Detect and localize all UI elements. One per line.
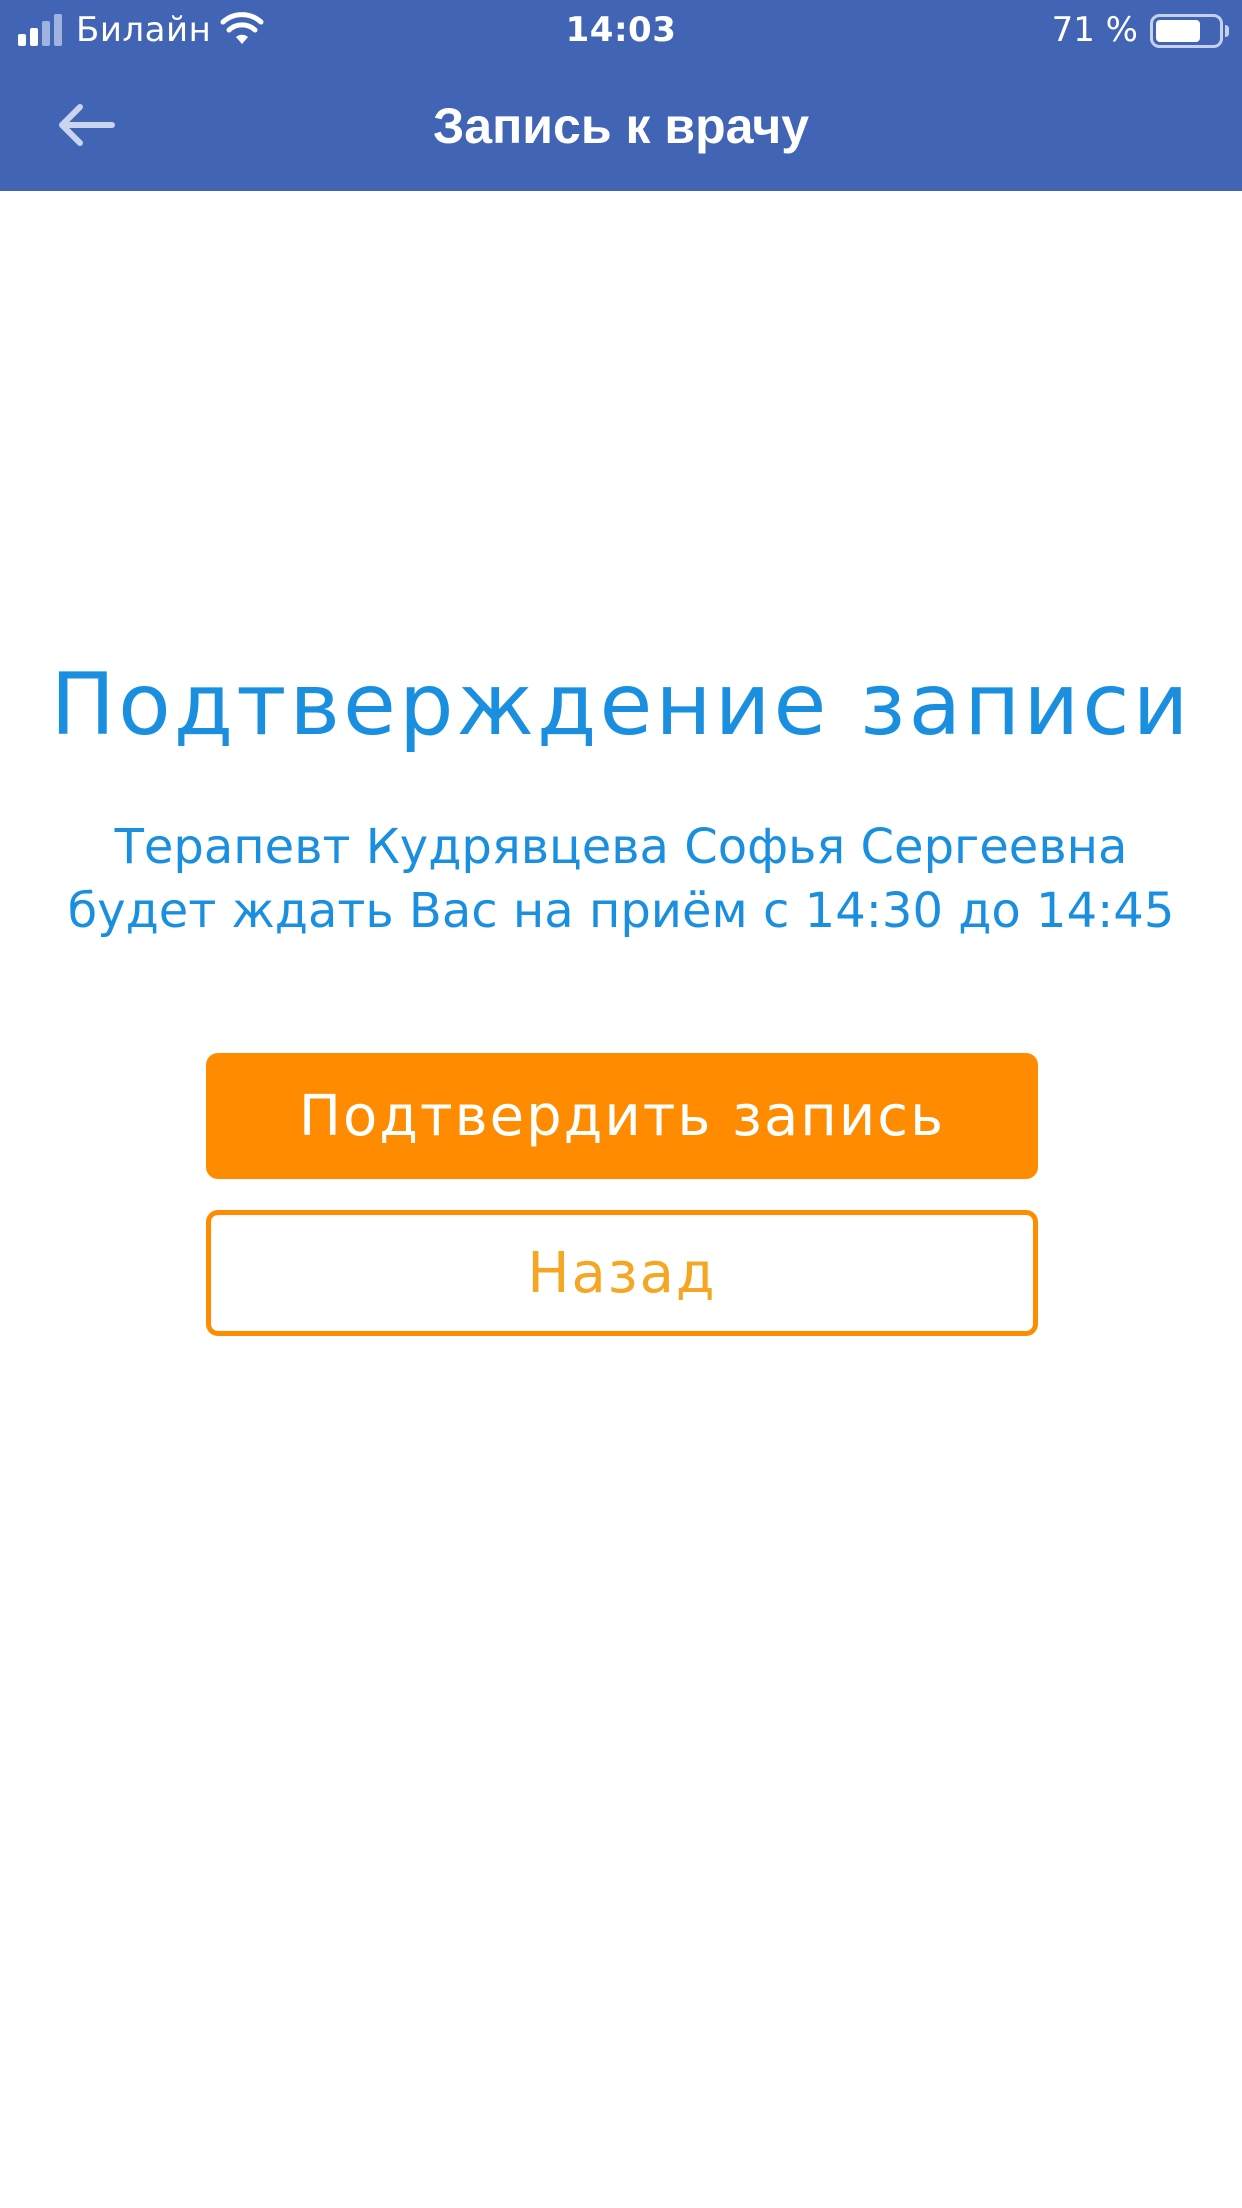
appointment-details-text: Терапевт Кудрявцева Софья Сергеевна буде… xyxy=(67,819,1175,939)
confirmation-heading: Подтверждение записи xyxy=(50,655,1192,755)
main-content xyxy=(0,191,1242,2208)
app-header: Билайн 14:03 71 % Запись к врачу xyxy=(0,0,1242,191)
back-button[interactable]: Назад xyxy=(206,1210,1038,1336)
battery-icon xyxy=(1150,14,1229,48)
confirm-appointment-button[interactable]: Подтвердить запись xyxy=(206,1053,1038,1179)
page-title: Запись к врачу xyxy=(432,98,810,154)
battery-percentage: 71 % xyxy=(1051,10,1138,50)
appointment-confirmation-screen: Билайн 14:03 71 % Запись к врачу Подтвер… xyxy=(0,0,1242,2208)
status-bar: Билайн 14:03 71 % xyxy=(0,0,1242,62)
